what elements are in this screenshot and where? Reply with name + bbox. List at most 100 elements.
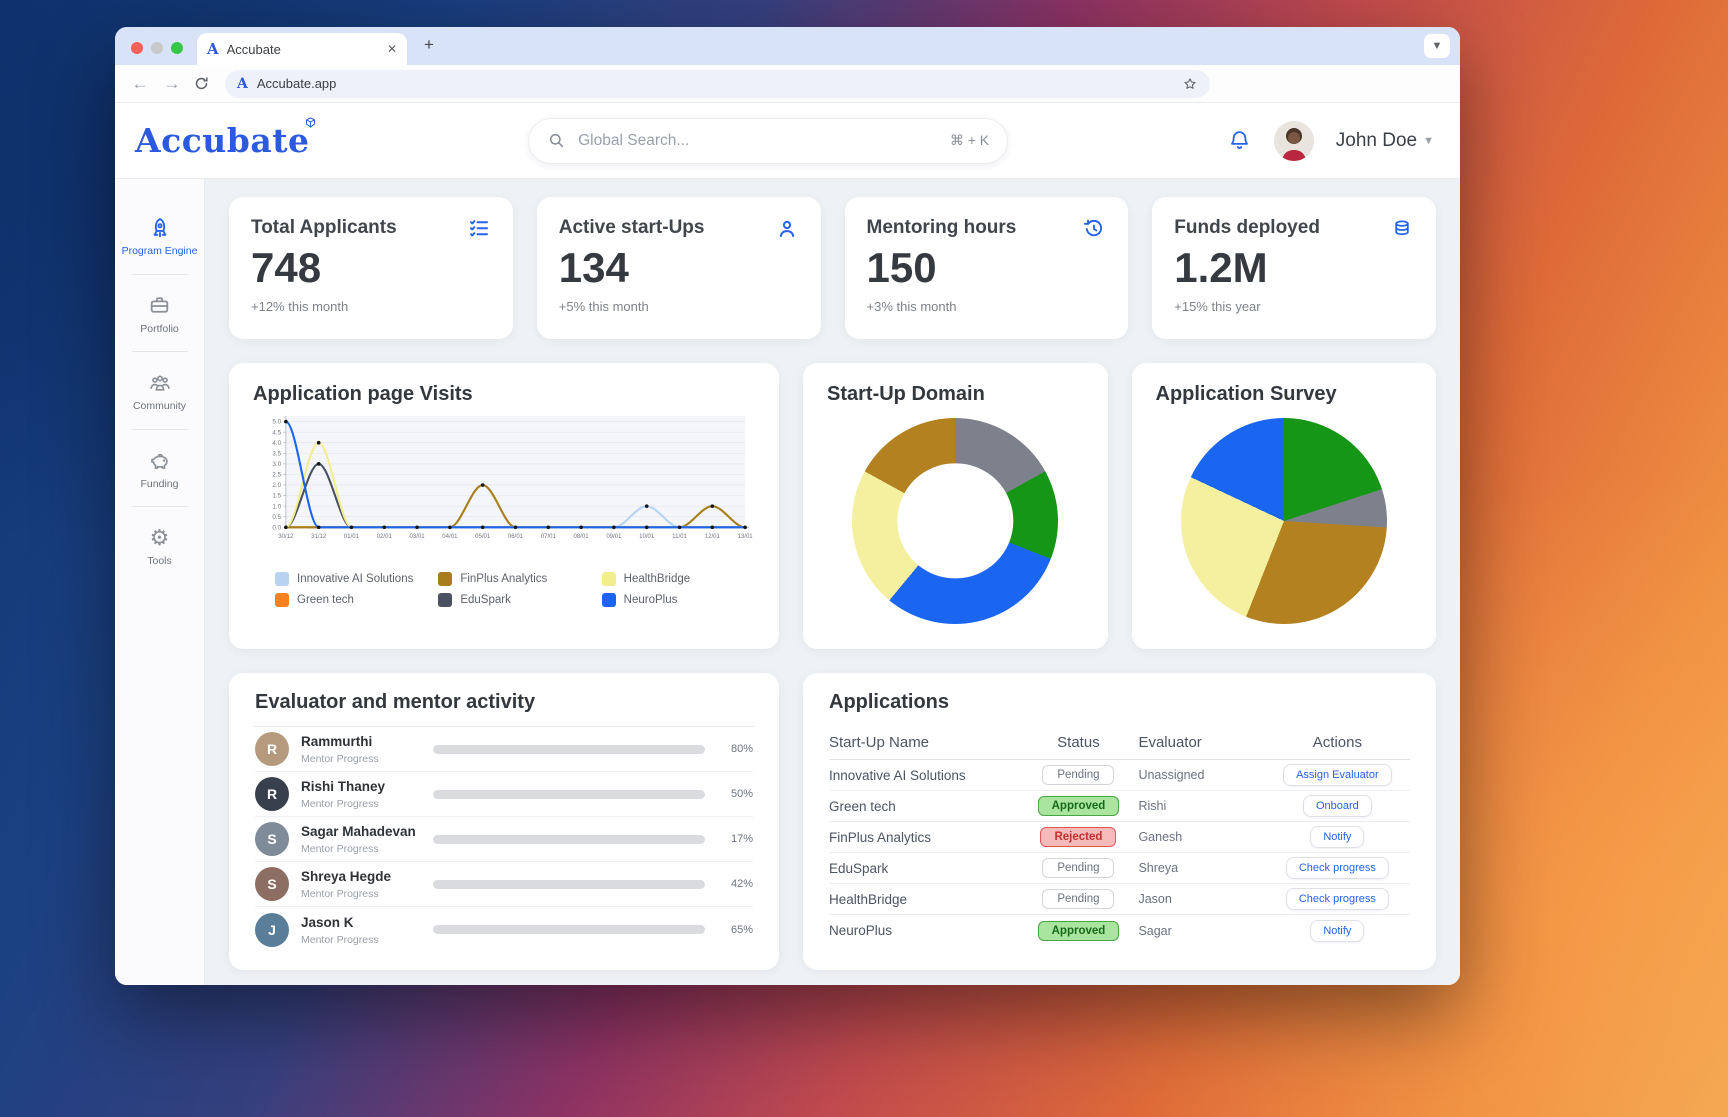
app-logo-text: Accubate bbox=[135, 121, 309, 160]
table-row: HealthBridge Pending Jason Check progres… bbox=[829, 884, 1410, 915]
stat-card-mentoring-hours: Mentoring hours 150 +3% this month bbox=[845, 197, 1129, 339]
avatar: S bbox=[255, 822, 289, 856]
table-row: NeuroPlus Approved Sagar Notify bbox=[829, 915, 1410, 946]
person-role: Mentor Progress bbox=[301, 888, 421, 900]
history-clock-icon bbox=[1082, 217, 1106, 241]
sidebar-item-program-engine[interactable]: Program Engine bbox=[115, 207, 204, 272]
sidebar-item-community[interactable]: Community bbox=[115, 362, 204, 427]
browser-tab[interactable]: A Accubate ✕ bbox=[197, 33, 407, 65]
close-window-button[interactable] bbox=[131, 42, 143, 54]
reload-icon[interactable] bbox=[193, 75, 215, 92]
tab-title: Accubate bbox=[227, 42, 379, 57]
evaluator-name: Ganesh bbox=[1138, 830, 1264, 844]
sidebar-label: Funding bbox=[141, 479, 179, 491]
applications-card: Applications Start-Up Name Status Evalua… bbox=[803, 673, 1436, 970]
svg-text:04/01: 04/01 bbox=[442, 534, 458, 540]
global-search[interactable]: ⌘ + K bbox=[528, 118, 1008, 164]
user-menu[interactable]: John Doe ▼ bbox=[1336, 130, 1434, 152]
app-logo[interactable]: Accubate bbox=[135, 121, 309, 160]
svg-text:31/12: 31/12 bbox=[311, 534, 327, 540]
evaluator-name: Rishi bbox=[1138, 799, 1264, 813]
check-progress-button[interactable]: Check progress bbox=[1286, 888, 1389, 910]
line-chart-card: Application page Visits 0.00.51.01.52.02… bbox=[229, 363, 779, 649]
evaluator-name: Jason bbox=[1138, 892, 1264, 906]
svg-text:11/01: 11/01 bbox=[672, 534, 687, 540]
gear-icon: ⚙ bbox=[147, 525, 173, 551]
svg-text:0.0: 0.0 bbox=[272, 524, 281, 531]
avatar: R bbox=[255, 777, 289, 811]
svg-text:09/01: 09/01 bbox=[606, 534, 622, 540]
tabstrip-chevron-down-icon[interactable]: ▼ bbox=[1424, 34, 1450, 58]
search-input[interactable] bbox=[578, 132, 938, 150]
bookmark-star-icon[interactable] bbox=[1182, 76, 1198, 92]
rocket-icon bbox=[147, 215, 173, 241]
close-tab-icon[interactable]: ✕ bbox=[387, 42, 397, 56]
progress-bar bbox=[433, 925, 705, 934]
activity-card: Evaluator and mentor activity R Rammurth… bbox=[229, 673, 779, 970]
stat-title: Mentoring hours bbox=[867, 217, 1017, 239]
svg-text:2.5: 2.5 bbox=[272, 472, 281, 479]
evaluator-name: Sagar bbox=[1138, 924, 1264, 938]
stat-card-funds-deployed: Funds deployed 1.2M +15% this year bbox=[1152, 197, 1436, 339]
startup-name: EduSpark bbox=[829, 861, 1018, 876]
check-progress-button[interactable]: Check progress bbox=[1286, 857, 1389, 879]
progress-percent: 42% bbox=[717, 878, 753, 890]
new-tab-button[interactable]: + bbox=[417, 33, 441, 57]
app-header: Accubate ⌘ + K bbox=[115, 103, 1460, 179]
stat-delta: +12% this month bbox=[251, 299, 491, 314]
legend-swatch bbox=[275, 593, 289, 607]
forward-icon[interactable]: → bbox=[161, 74, 183, 94]
back-icon[interactable]: ← bbox=[129, 74, 151, 94]
startup-name: Innovative AI Solutions bbox=[829, 768, 1018, 783]
person-name: Shreya Hegde bbox=[301, 869, 391, 884]
col-startup-name: Start-Up Name bbox=[829, 734, 1018, 751]
svg-text:10/01: 10/01 bbox=[639, 534, 655, 540]
sidebar-label: Tools bbox=[147, 556, 172, 568]
table-row: Green tech Approved Rishi Onboard bbox=[829, 791, 1410, 822]
table-row: FinPlus Analytics Rejected Ganesh Notify bbox=[829, 822, 1410, 853]
sidebar: Program Engine Portfolio bbox=[115, 179, 205, 985]
assign-evaluator-button[interactable]: Assign Evaluator bbox=[1283, 764, 1392, 786]
search-icon bbox=[547, 131, 566, 150]
stat-value: 134 bbox=[559, 247, 799, 289]
svg-text:3.5: 3.5 bbox=[272, 450, 281, 457]
activity-row: S Shreya Hegde Mentor Progress 42% bbox=[255, 862, 753, 907]
progress-bar bbox=[433, 835, 705, 844]
sidebar-item-tools[interactable]: ⚙ Tools bbox=[115, 517, 204, 582]
table-row: Innovative AI Solutions Pending Unassign… bbox=[829, 760, 1410, 791]
legend-item: NeuroPlus bbox=[602, 593, 755, 607]
zoom-window-button[interactable] bbox=[171, 42, 183, 54]
notification-bell-icon[interactable] bbox=[1227, 128, 1252, 153]
svg-text:07/01: 07/01 bbox=[541, 534, 557, 540]
legend-swatch bbox=[602, 593, 616, 607]
svg-text:1.5: 1.5 bbox=[272, 493, 281, 500]
progress-percent: 50% bbox=[717, 788, 753, 800]
window-controls bbox=[115, 42, 197, 65]
col-actions: Actions bbox=[1265, 734, 1410, 751]
legend-swatch bbox=[275, 572, 289, 586]
user-avatar[interactable] bbox=[1274, 121, 1314, 161]
sidebar-divider bbox=[132, 506, 188, 507]
legend-swatch bbox=[602, 572, 616, 586]
svg-text:4.5: 4.5 bbox=[272, 429, 281, 436]
person-role: Mentor Progress bbox=[301, 753, 421, 765]
sidebar-item-funding[interactable]: Funding bbox=[115, 440, 204, 505]
avatar: J bbox=[255, 913, 289, 947]
notify-button[interactable]: Notify bbox=[1310, 826, 1364, 848]
pie-chart-title: Application Survey bbox=[1156, 383, 1413, 406]
minimize-window-button[interactable] bbox=[151, 42, 163, 54]
sidebar-item-portfolio[interactable]: Portfolio bbox=[115, 285, 204, 350]
svg-text:05/01: 05/01 bbox=[475, 534, 491, 540]
stat-card-active-startups: Active start-Ups 134 +5% this month bbox=[537, 197, 821, 339]
svg-text:12/01: 12/01 bbox=[705, 534, 721, 540]
browser-tab-strip: A Accubate ✕ + ▼ bbox=[115, 27, 1460, 65]
notify-button[interactable]: Notify bbox=[1310, 920, 1364, 942]
onboard-button[interactable]: Onboard bbox=[1303, 795, 1372, 817]
svg-text:02/01: 02/01 bbox=[377, 534, 393, 540]
activity-row: S Sagar Mahadevan Mentor Progress 17% bbox=[255, 817, 753, 862]
legend-item: HealthBridge bbox=[602, 572, 755, 586]
progress-bar bbox=[433, 880, 705, 889]
donut-chart-title: Start-Up Domain bbox=[827, 383, 1084, 406]
url-bar[interactable]: A Accubate.app bbox=[225, 70, 1210, 98]
user-name: John Doe bbox=[1336, 130, 1417, 152]
